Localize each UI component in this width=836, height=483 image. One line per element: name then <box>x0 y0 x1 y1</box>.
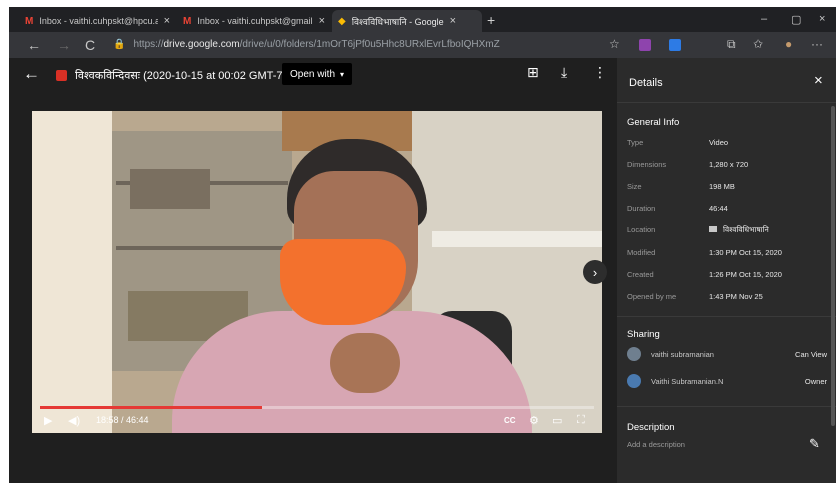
share-role: Owner <box>804 377 827 386</box>
minimize-button[interactable]: – <box>761 13 767 25</box>
video-file-icon <box>56 70 67 81</box>
info-key: Modified <box>627 248 656 257</box>
browser-window: M Inbox - vaithi.cuhpskt@hpcu.ac.i × M I… <box>9 7 836 483</box>
share-role: Can View <box>795 350 827 359</box>
url-path: /drive/u/0/folders/1mOrT6jPf0u5Hhc8URxlE… <box>239 39 500 50</box>
captions-icon[interactable]: CC <box>504 416 516 425</box>
info-key: Location <box>627 225 656 234</box>
details-panel: Details × General Info Type Video Dimens… <box>617 58 836 483</box>
tab-title: विश्वविधिभाषानि - Google <box>351 16 444 27</box>
gmail-icon: M <box>25 15 34 27</box>
drive-icon: ◆ <box>338 15 346 27</box>
share-entry[interactable]: vaithi subramanian Can View <box>627 347 827 363</box>
video-frame <box>330 333 400 393</box>
tab-inbox-gmail[interactable]: M Inbox - vaithi.cuhpskt@gmail.com × <box>177 10 331 32</box>
info-key: Dimensions <box>627 160 667 169</box>
play-icon[interactable]: ▶ <box>44 414 52 427</box>
profile-avatar[interactable]: ● <box>785 37 792 51</box>
info-value: 46:44 <box>709 204 728 213</box>
folder-icon <box>709 226 717 232</box>
settings-icon[interactable]: ⚙ <box>529 414 539 427</box>
forward-button[interactable]: → <box>57 37 71 53</box>
tab-inbox-hpcu[interactable]: M Inbox - vaithi.cuhpskt@hpcu.ac.i × <box>19 10 176 32</box>
extension-icon[interactable] <box>669 39 681 51</box>
info-value: विश्वविधिभाषानि <box>723 225 769 234</box>
tab-close-icon[interactable]: × <box>450 15 456 27</box>
tab-close-icon[interactable]: × <box>164 15 170 27</box>
gmail-icon: M <box>183 15 192 27</box>
edit-pencil-icon[interactable]: ✎ <box>809 436 820 452</box>
video-frame <box>116 246 288 250</box>
avatar <box>627 374 641 388</box>
divider <box>617 406 836 407</box>
video-controls: ▶ ◀) 18:58 / 46:44 CC ⚙ ▭ ⛶ <box>32 409 602 433</box>
open-with-button[interactable]: Open with ▾ <box>282 63 353 85</box>
favorites-icon[interactable]: ✩ <box>753 37 763 51</box>
fullscreen-icon[interactable]: ⛶ <box>577 414 585 427</box>
url-prefix: https:// <box>133 39 164 50</box>
info-key: Opened by me <box>627 292 677 301</box>
details-title: Details <box>629 77 663 89</box>
info-value: Video <box>709 138 729 147</box>
new-tab-button[interactable]: + <box>487 12 495 28</box>
info-key: Created <box>627 270 654 279</box>
sharing-heading: Sharing <box>627 329 660 340</box>
close-details-icon[interactable]: × <box>814 72 823 89</box>
url-host: drive.google.com <box>163 39 240 50</box>
info-key: Duration <box>627 204 656 213</box>
avatar <box>627 347 641 361</box>
video-frame <box>432 231 602 247</box>
description-heading: Description <box>627 422 675 433</box>
video-frame <box>130 169 210 209</box>
collections-icon[interactable]: ⧉ <box>727 37 736 52</box>
info-key: Size <box>627 182 642 191</box>
share-entry[interactable]: Vaithi Subramanian.N Owner <box>627 374 827 390</box>
info-key: Type <box>627 138 644 147</box>
tab-close-icon[interactable]: × <box>319 15 325 27</box>
open-with-label: Open with <box>290 68 336 80</box>
back-arrow-icon[interactable]: ← <box>23 64 40 84</box>
browser-menu-icon[interactable]: ··· <box>811 37 823 51</box>
general-info-heading: General Info <box>627 117 680 128</box>
miniplayer-icon[interactable]: ▭ <box>552 414 562 427</box>
divider <box>617 102 836 103</box>
tab-drive-active[interactable]: ◆ विश्वविधिभाषानि - Google × <box>332 10 482 32</box>
address-bar-row: ← → C 🔒 https:// drive.google.com /drive… <box>9 32 836 58</box>
divider <box>617 316 836 317</box>
tab-title: Inbox - vaithi.cuhpskt@gmail.com <box>197 16 313 26</box>
video-time: 18:58 / 46:44 <box>96 415 149 425</box>
next-file-button[interactable]: › <box>583 260 607 284</box>
add-to-drive-icon[interactable]: ⊞ <box>527 64 539 81</box>
details-scrollbar[interactable] <box>831 106 835 426</box>
video-frame <box>32 111 112 433</box>
viewer-header: ← विश्वकविन्दिवसः (2020-10-15 at 00:02 G… <box>9 58 617 92</box>
info-value: 1:26 PM Oct 15, 2020 <box>709 270 782 279</box>
file-name: विश्वकविन्दिवसः (2020-10-15 at 00:02 GMT… <box>75 70 287 82</box>
tab-title: Inbox - vaithi.cuhpskt@hpcu.ac.i <box>39 16 158 26</box>
share-name: Vaithi Subramanian.N <box>651 377 724 386</box>
info-value: 1,280 x 720 <box>709 160 749 169</box>
lock-icon: 🔒 <box>113 39 126 50</box>
reload-button[interactable]: C <box>85 37 95 53</box>
video-player[interactable]: ▶ ◀) 18:58 / 46:44 CC ⚙ ▭ ⛶ <box>32 111 602 433</box>
url-field[interactable]: 🔒 https:// drive.google.com /drive/u/0/f… <box>113 35 603 54</box>
description-input[interactable]: Add a description <box>627 440 685 449</box>
download-icon[interactable]: ⤓ <box>561 64 567 81</box>
volume-icon[interactable]: ◀) <box>68 414 80 427</box>
caret-down-icon: ▾ <box>340 69 345 79</box>
info-value: 1:43 PM Nov 25 <box>709 292 763 301</box>
location-link[interactable]: विश्वविधिभाषानि <box>709 225 769 235</box>
share-name: vaithi subramanian <box>651 350 714 359</box>
tab-strip: M Inbox - vaithi.cuhpskt@hpcu.ac.i × M I… <box>9 7 836 32</box>
info-value: 198 MB <box>709 182 735 191</box>
back-button[interactable]: ← <box>27 37 41 53</box>
drive-file-viewer: ← विश्वकविन्दिवसः (2020-10-15 at 00:02 G… <box>9 58 617 483</box>
more-options-icon[interactable]: ⋮ <box>593 64 607 81</box>
window-close-button[interactable]: × <box>819 13 825 25</box>
restore-button[interactable]: ▢ <box>791 13 801 26</box>
info-value: 1:30 PM Oct 15, 2020 <box>709 248 782 257</box>
reader-icon[interactable]: ☆ <box>609 37 620 51</box>
extension-icon[interactable] <box>639 39 651 51</box>
